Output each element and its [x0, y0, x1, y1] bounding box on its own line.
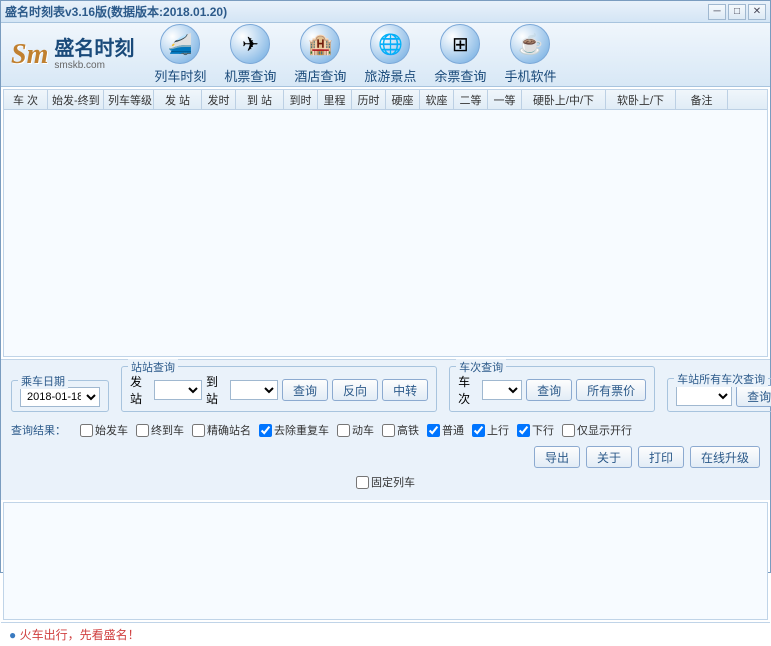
fixed-train-checkbox[interactable]: 固定列车: [356, 474, 415, 490]
column-header[interactable]: 二等: [454, 90, 488, 109]
column-header[interactable]: 车 次: [4, 90, 48, 109]
detail-panel: [3, 502, 768, 620]
filter-start[interactable]: 始发车: [80, 422, 128, 438]
column-header[interactable]: 到时: [284, 90, 318, 109]
column-header[interactable]: 始发-终到: [48, 90, 104, 109]
nav-icon: ✈: [230, 24, 270, 64]
nav-label: 酒店查询: [294, 66, 346, 85]
column-header[interactable]: 发时: [202, 90, 236, 109]
train-query-group: 车次查询 车次 查询 所有票价: [449, 366, 655, 412]
nav-3[interactable]: 🌐 旅游景点: [364, 24, 416, 85]
column-header[interactable]: 发 站: [154, 90, 202, 109]
footer-bullet-icon: ●: [9, 628, 16, 642]
all-price-button[interactable]: 所有票价: [576, 379, 646, 401]
filter-dongche[interactable]: 动车: [337, 422, 374, 438]
column-header[interactable]: 备注: [676, 90, 728, 109]
from-station-select[interactable]: [154, 380, 202, 400]
date-group: 乘车日期 2018-01-18: [11, 380, 109, 412]
column-header[interactable]: 硬卧上/中/下: [522, 90, 606, 109]
column-header[interactable]: 里程: [318, 90, 352, 109]
date-select[interactable]: 2018-01-18: [20, 387, 100, 407]
filter-gaotie[interactable]: 高铁: [382, 422, 419, 438]
column-header[interactable]: 软座: [420, 90, 454, 109]
station-query-group: 站站查询 发站 到站 查询 反向 中转: [121, 366, 437, 412]
nav-icon: ⊞: [440, 24, 480, 64]
about-button[interactable]: 关于: [586, 446, 632, 468]
filter-exact[interactable]: 精确站名: [192, 422, 251, 438]
filter-down[interactable]: 下行: [517, 422, 554, 438]
nav-icon: 🏨: [300, 24, 340, 64]
nav-label: 手机软件: [504, 66, 556, 85]
column-header[interactable]: 历时: [352, 90, 386, 109]
reverse-button[interactable]: 反向: [332, 379, 378, 401]
logo: Sm 盛名时刻 smskb.com: [11, 38, 134, 71]
print-button[interactable]: 打印: [638, 446, 684, 468]
filter-onlyopen[interactable]: 仅显示开行: [562, 422, 632, 438]
update-button[interactable]: 在线升级: [690, 446, 760, 468]
column-header[interactable]: 到 站: [236, 90, 284, 109]
nav-2[interactable]: 🏨 酒店查询: [294, 24, 346, 85]
result-label: 查询结果：: [11, 422, 66, 438]
logo-name: 盛名时刻: [54, 38, 134, 60]
close-button[interactable]: ✕: [748, 4, 766, 20]
transfer-button[interactable]: 中转: [382, 379, 428, 401]
column-header[interactable]: 软卧上/下: [606, 90, 676, 109]
window-title: 盛名时刻表v3.16版(数据版本:2018.01.20): [5, 3, 708, 20]
filter-dedup[interactable]: 去除重复车: [259, 422, 329, 438]
station-all-trains-group: 车站所有车次查询 查询: [667, 378, 771, 412]
column-header[interactable]: 一等: [488, 90, 522, 109]
station-all-query-button[interactable]: 查询: [736, 385, 771, 407]
to-station-select[interactable]: [230, 380, 278, 400]
nav-label: 旅游景点: [364, 66, 416, 85]
filter-end[interactable]: 终到车: [136, 422, 184, 438]
results-table: 车 次始发-终到列车等级发 站发时到 站到时里程历时硬座软座二等一等硬卧上/中/…: [3, 89, 768, 357]
train-query-button[interactable]: 查询: [526, 379, 572, 401]
nav-icon: ☕: [510, 24, 550, 64]
maximize-button[interactable]: □: [728, 4, 746, 20]
column-header[interactable]: 列车等级: [104, 90, 154, 109]
nav-icon: 🌐: [370, 24, 410, 64]
minimize-button[interactable]: ─: [708, 4, 726, 20]
logo-icon: Sm: [11, 39, 48, 71]
nav-label: 余票查询: [434, 66, 486, 85]
filter-up[interactable]: 上行: [472, 422, 509, 438]
nav-1[interactable]: ✈ 机票查询: [224, 24, 276, 85]
filter-putong[interactable]: 普通: [427, 422, 464, 438]
nav-label: 列车时刻: [154, 66, 206, 85]
export-button[interactable]: 导出: [534, 446, 580, 468]
nav-icon: 🚄: [160, 24, 200, 64]
station-all-select[interactable]: [676, 386, 732, 406]
logo-url: smskb.com: [54, 60, 134, 71]
footer-text: 火车出行，先看盛名！: [20, 628, 140, 642]
station-query-button[interactable]: 查询: [282, 379, 328, 401]
nav-5[interactable]: ☕ 手机软件: [504, 24, 556, 85]
nav-label: 机票查询: [224, 66, 276, 85]
nav-4[interactable]: ⊞ 余票查询: [434, 24, 486, 85]
train-select[interactable]: [482, 380, 522, 400]
nav-0[interactable]: 🚄 列车时刻: [154, 24, 206, 85]
column-header[interactable]: 硬座: [386, 90, 420, 109]
